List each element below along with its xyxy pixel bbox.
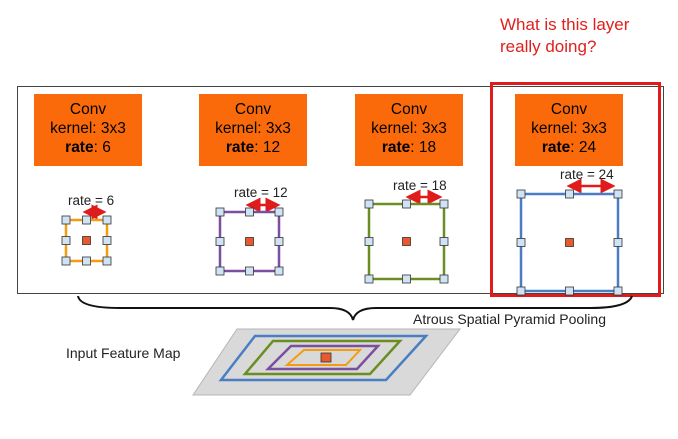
kernel-rate-24 [516, 189, 623, 296]
kernel-sample-cell [565, 189, 574, 199]
kernel-sample-cell [613, 286, 623, 296]
kernel-sample-cell [439, 237, 449, 246]
kernel-sample-cell [245, 207, 254, 217]
kernel-center-cell [565, 238, 574, 247]
kernel-center-cell [82, 236, 91, 245]
kernel-sample-cell [82, 215, 91, 225]
kernel-sample-cell [245, 266, 254, 276]
kernel-sample-cell [215, 207, 225, 217]
kernel-sample-cell [439, 199, 449, 209]
kernel-sample-cell [61, 256, 71, 266]
kernel-sample-cell [516, 189, 526, 199]
kernel-sample-cell [102, 256, 112, 266]
kernel-sample-cell [215, 237, 225, 246]
kernel-sample-cell [402, 199, 411, 209]
kernel-sample-cell [402, 274, 411, 284]
kernel-rate-12 [215, 207, 284, 276]
kernel-sample-cell [516, 238, 526, 247]
kernel-sample-cell [274, 237, 284, 246]
aspp-brace [77, 295, 633, 321]
kernel-rate-18 [364, 199, 449, 284]
kernel-sample-cell [274, 207, 284, 217]
kernel-sample-cell [61, 215, 71, 225]
kernel-sample-cell [516, 286, 526, 296]
kernel-sample-cell [364, 274, 374, 284]
kernel-sample-cell [82, 256, 91, 266]
kernel-sample-cell [364, 237, 374, 246]
diagram-graphics [61, 178, 633, 396]
kernel-sample-cell [215, 266, 225, 276]
kernel-center-cell [245, 237, 254, 246]
kernel-sample-cell [61, 236, 71, 245]
kernel-sample-cell [102, 236, 112, 245]
kernel-rate-6 [61, 215, 112, 266]
kernel-center-cell [402, 237, 411, 246]
kernel-sample-cell [613, 238, 623, 247]
kernel-sample-cell [565, 286, 574, 296]
kernel-sample-cell [274, 266, 284, 276]
kernel-sample-cell [102, 215, 112, 225]
footprint-center-cell [320, 352, 332, 363]
kernel-sample-cell [364, 199, 374, 209]
kernel-sample-cell [613, 189, 623, 199]
kernel-sample-cell [439, 274, 449, 284]
